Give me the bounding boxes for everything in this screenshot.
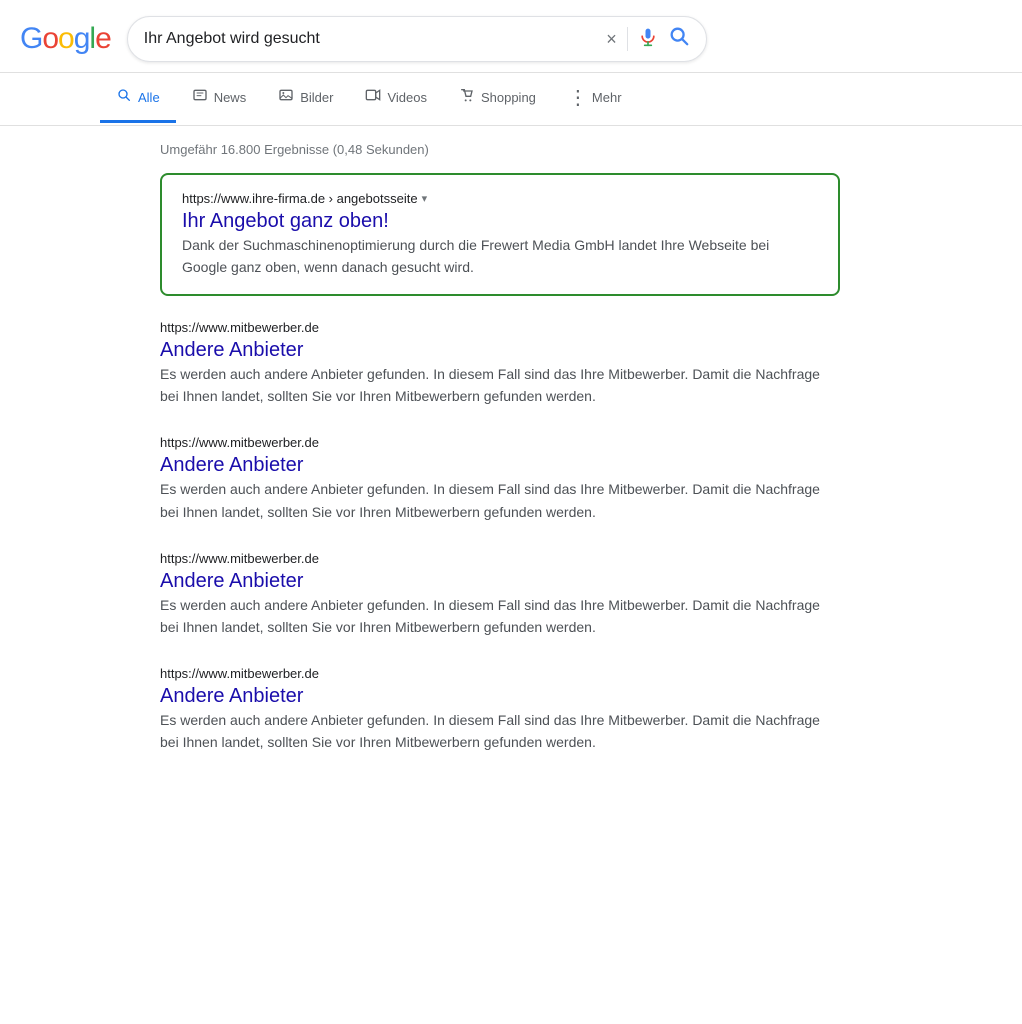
result-snippet-0: Es werden auch andere Anbieter gefunden.… (160, 363, 840, 407)
tab-mehr[interactable]: ⋮ Mehr (552, 73, 638, 125)
mehr-icon: ⋮ (568, 85, 588, 110)
result-item-3: https://www.mitbewerber.de Andere Anbiet… (160, 666, 840, 753)
tab-bilder[interactable]: Bilder (262, 75, 349, 123)
search-divider (627, 27, 628, 51)
tab-videos[interactable]: Videos (349, 75, 443, 123)
tab-alle-label: Alle (138, 90, 160, 105)
header: G o o g l e × (0, 0, 1022, 73)
clear-icon[interactable]: × (606, 30, 617, 48)
tab-news[interactable]: News (176, 75, 263, 123)
videos-icon (365, 87, 381, 108)
featured-url: https://www.ihre-firma.de › angebotsseit… (182, 191, 818, 206)
result-url-0: https://www.mitbewerber.de (160, 320, 840, 335)
result-item-0: https://www.mitbewerber.de Andere Anbiet… (160, 320, 840, 407)
tab-mehr-label: Mehr (592, 90, 622, 105)
logo-o2: o (58, 22, 74, 56)
news-icon (192, 87, 208, 108)
shopping-icon (459, 87, 475, 108)
logo-g2: g (74, 22, 90, 56)
tab-alle[interactable]: Alle (100, 75, 176, 123)
google-logo: G o o g l e (20, 22, 111, 56)
tab-videos-label: Videos (387, 90, 427, 105)
featured-title[interactable]: Ihr Angebot ganz oben! (182, 210, 389, 232)
result-url-3: https://www.mitbewerber.de (160, 666, 840, 681)
featured-result: https://www.ihre-firma.de › angebotsseit… (160, 173, 840, 296)
result-title-3[interactable]: Andere Anbieter (160, 685, 303, 707)
search-button[interactable] (668, 25, 690, 53)
featured-dropdown-icon[interactable]: ▾ (422, 192, 428, 205)
results-stats: Umgefähr 16.800 Ergebnisse (0,48 Sekunde… (160, 142, 840, 157)
search-bar: × (127, 16, 707, 62)
tab-news-label: News (214, 90, 247, 105)
logo-g1: G (20, 22, 42, 56)
featured-snippet: Dank der Suchmaschinenoptimierung durch … (182, 234, 818, 278)
logo-e: e (95, 22, 111, 56)
nav-tabs: Alle News Bilder Videos (0, 73, 1022, 126)
result-item-1: https://www.mitbewerber.de Andere Anbiet… (160, 435, 840, 522)
result-item-2: https://www.mitbewerber.de Andere Anbiet… (160, 551, 840, 638)
result-url-2: https://www.mitbewerber.de (160, 551, 840, 566)
alle-icon (116, 87, 132, 108)
result-snippet-2: Es werden auch andere Anbieter gefunden.… (160, 594, 840, 638)
result-snippet-3: Es werden auch andere Anbieter gefunden.… (160, 709, 840, 753)
mic-icon[interactable] (638, 27, 658, 52)
result-title-0[interactable]: Andere Anbieter (160, 339, 303, 361)
tab-shopping-label: Shopping (481, 90, 536, 105)
tab-bilder-label: Bilder (300, 90, 333, 105)
search-input[interactable] (144, 30, 596, 48)
tab-shopping[interactable]: Shopping (443, 75, 552, 123)
result-snippet-1: Es werden auch andere Anbieter gefunden.… (160, 478, 840, 522)
result-title-2[interactable]: Andere Anbieter (160, 570, 303, 592)
bilder-icon (278, 87, 294, 108)
result-title-1[interactable]: Andere Anbieter (160, 454, 303, 476)
logo-o1: o (42, 22, 58, 56)
result-url-1: https://www.mitbewerber.de (160, 435, 840, 450)
results-area: Umgefähr 16.800 Ergebnisse (0,48 Sekunde… (0, 126, 860, 801)
